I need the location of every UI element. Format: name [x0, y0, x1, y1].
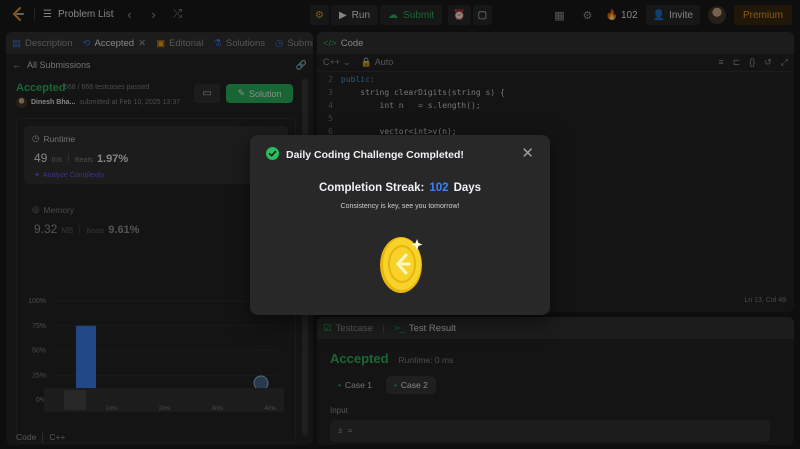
close-icon[interactable]: ✕ [521, 144, 534, 162]
coin-icon [378, 233, 426, 298]
modal-message: Consistency is key, see you tomorrow! [340, 203, 460, 210]
streak-line: Completion Streak: 102 Days [318, 182, 482, 194]
check-circle-icon [266, 147, 279, 163]
modal-title: Daily Coding Challenge Completed! [286, 149, 464, 161]
challenge-completed-modal: Daily Coding Challenge Completed! ✕ Comp… [250, 135, 550, 315]
